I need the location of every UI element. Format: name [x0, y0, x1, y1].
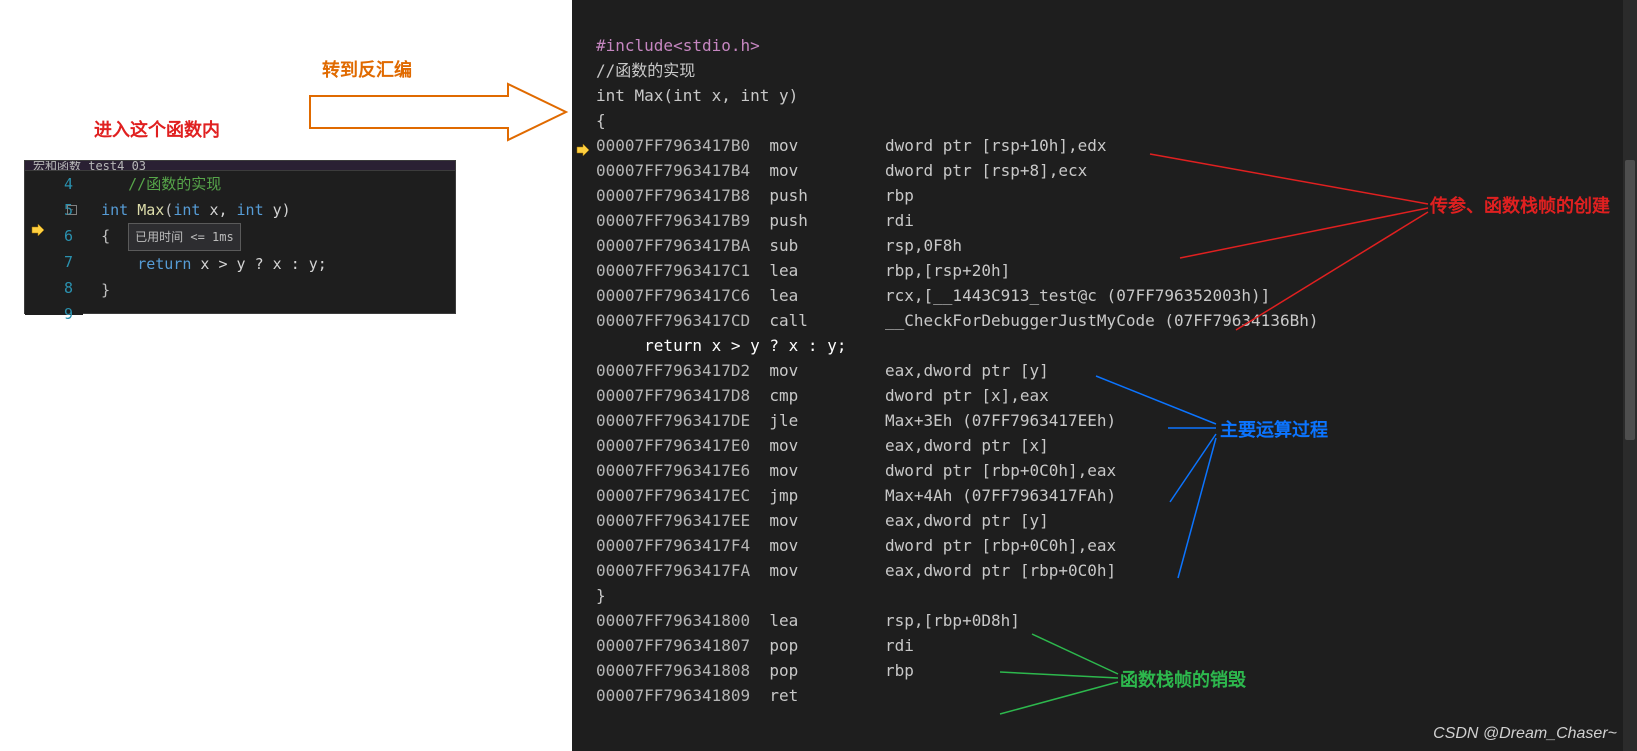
code-line: int Max(int x, int y) [83, 197, 457, 223]
left-code-editor: 宏和函数 test4_03 4 5 6 7 8 9 - //函数的实现 int … [24, 160, 456, 314]
asm-line: 00007FF796341809 ret [596, 686, 885, 705]
code-line: { 已用时间 <= 1ms [83, 223, 457, 251]
collapse-icon[interactable]: - [67, 205, 77, 215]
line-number: 9 [25, 301, 83, 327]
annotation-goto-disasm: 转到反汇编 [322, 56, 412, 82]
src-line: //函数的实现 [596, 61, 695, 80]
watermark: CSDN @Dream_Chaser~ [1433, 725, 1617, 743]
vertical-scrollbar[interactable] [1623, 0, 1637, 751]
annotation-enter-function: 进入这个函数内 [94, 116, 220, 142]
asm-line: 00007FF7963417F4 mov dword ptr [rbp+0C0h… [596, 536, 1116, 555]
current-instruction-arrow-icon [576, 143, 590, 157]
blue-lines [1078, 368, 1298, 588]
asm-line: 00007FF7963417B0 mov dword ptr [rsp+10h]… [596, 136, 1107, 155]
arrow-goto-disasm [308, 82, 578, 146]
red-lines [1120, 140, 1440, 340]
src-line: return x > y ? x : y; [596, 336, 846, 355]
asm-line: 00007FF796341807 pop rdi [596, 636, 914, 655]
scroll-thumb[interactable] [1625, 160, 1635, 440]
asm-line: 00007FF796341800 lea rsp,[rbp+0D8h] [596, 611, 1020, 630]
asm-line: 00007FF7963417E0 mov eax,dword ptr [x] [596, 436, 1049, 455]
src-line: { [596, 111, 606, 130]
asm-line: 00007FF7963417BA sub rsp,0F8h [596, 236, 962, 255]
src-line: } [596, 586, 606, 605]
line-gutter: 4 5 6 7 8 9 [25, 171, 83, 315]
line-number: 7 [25, 249, 83, 275]
asm-line: 00007FF7963417B4 mov dword ptr [rsp+8],e… [596, 161, 1087, 180]
asm-line: 00007FF7963417EC jmp Max+4Ah (07FF796341… [596, 486, 1116, 505]
src-line: int Max(int x, int y) [596, 86, 798, 105]
asm-line: 00007FF7963417D8 cmp dword ptr [x],eax [596, 386, 1049, 405]
code-line: } [83, 277, 457, 303]
asm-line: 00007FF7963417DE jle Max+3Eh (07FF796341… [596, 411, 1116, 430]
disassembly-text: #include<stdio.h> //函数的实现 int Max(int x,… [572, 0, 1637, 733]
asm-line: 00007FF7963417B8 push rbp [596, 186, 914, 205]
asm-line: 00007FF7963417EE mov eax,dword ptr [y] [596, 511, 1049, 530]
editor-tab[interactable]: 宏和函数 test4_03 [25, 161, 455, 171]
current-line-arrow-icon [31, 223, 45, 237]
asm-line: 00007FF7963417FA mov eax,dword ptr [rbp+… [596, 561, 1116, 580]
asm-line: 00007FF7963417E6 mov dword ptr [rbp+0C0h… [596, 461, 1116, 480]
asm-line: 00007FF7963417D2 mov eax,dword ptr [y] [596, 361, 1049, 380]
code-line: return x > y ? x : y; [83, 251, 457, 277]
line-number: 4 [25, 171, 83, 197]
perf-hint-badge: 已用时间 <= 1ms [128, 223, 241, 251]
green-lines [1000, 626, 1180, 726]
asm-line: 00007FF7963417C1 lea rbp,[rsp+20h] [596, 261, 1010, 280]
asm-line: 00007FF7963417B9 push rdi [596, 211, 914, 230]
asm-line: 00007FF796341808 pop rbp [596, 661, 914, 680]
annotation-stack-create: 传参、函数栈帧的创建 [1430, 192, 1610, 218]
line-number: 8 [25, 275, 83, 301]
code-line: //函数的实现 [83, 171, 457, 197]
src-line: #include<stdio.h> [596, 36, 760, 55]
code-area[interactable]: //函数的实现 int Max(int x, int y) { 已用时间 <= … [83, 171, 457, 315]
